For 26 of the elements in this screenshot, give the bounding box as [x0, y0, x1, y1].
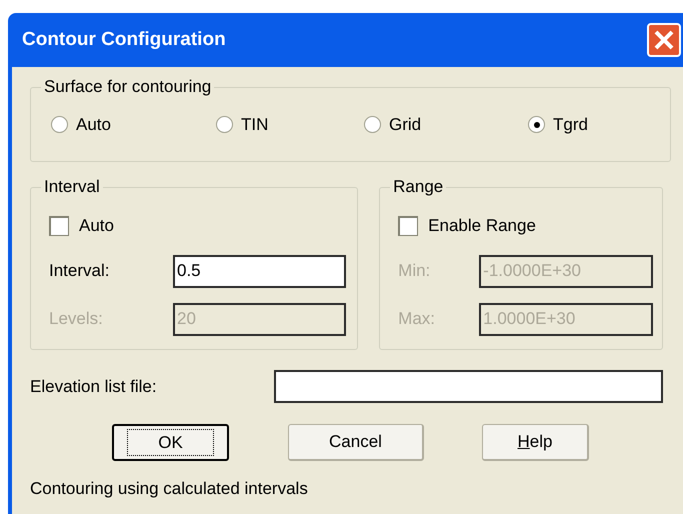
input-field[interactable]: 0.5	[173, 254, 346, 288]
checkbox-label: Auto	[79, 215, 114, 237]
field-label: Max:	[398, 308, 436, 330]
checkbox[interactable]	[398, 216, 418, 236]
dialog-button[interactable]: Cancel	[288, 424, 424, 461]
field-label: Min:	[398, 260, 432, 282]
radio-label: Auto	[76, 114, 111, 136]
checkbox[interactable]	[49, 216, 69, 236]
close-button[interactable]	[647, 23, 681, 57]
radio-button[interactable]	[216, 116, 233, 133]
input-field[interactable]	[274, 370, 663, 403]
window-title: Contour Configuration	[22, 28, 226, 52]
dialog-button[interactable]: OK	[112, 424, 229, 461]
checkbox-label: Enable Range	[428, 215, 536, 237]
radio-label: Tgrd	[553, 114, 588, 136]
radio-button[interactable]	[528, 116, 545, 133]
close-icon	[653, 29, 675, 51]
radio-button[interactable]	[364, 116, 381, 133]
field-label: Levels:	[49, 308, 104, 330]
field-label: Interval:	[49, 260, 110, 282]
radio-label: TIN	[241, 114, 268, 136]
dialog-button[interactable]: Help	[482, 424, 589, 461]
status-text: Contouring using calculated intervals	[30, 478, 309, 500]
radio-button[interactable]	[51, 116, 68, 133]
radio-label: Grid	[389, 114, 422, 136]
field-label: Elevation list file:	[30, 376, 158, 398]
